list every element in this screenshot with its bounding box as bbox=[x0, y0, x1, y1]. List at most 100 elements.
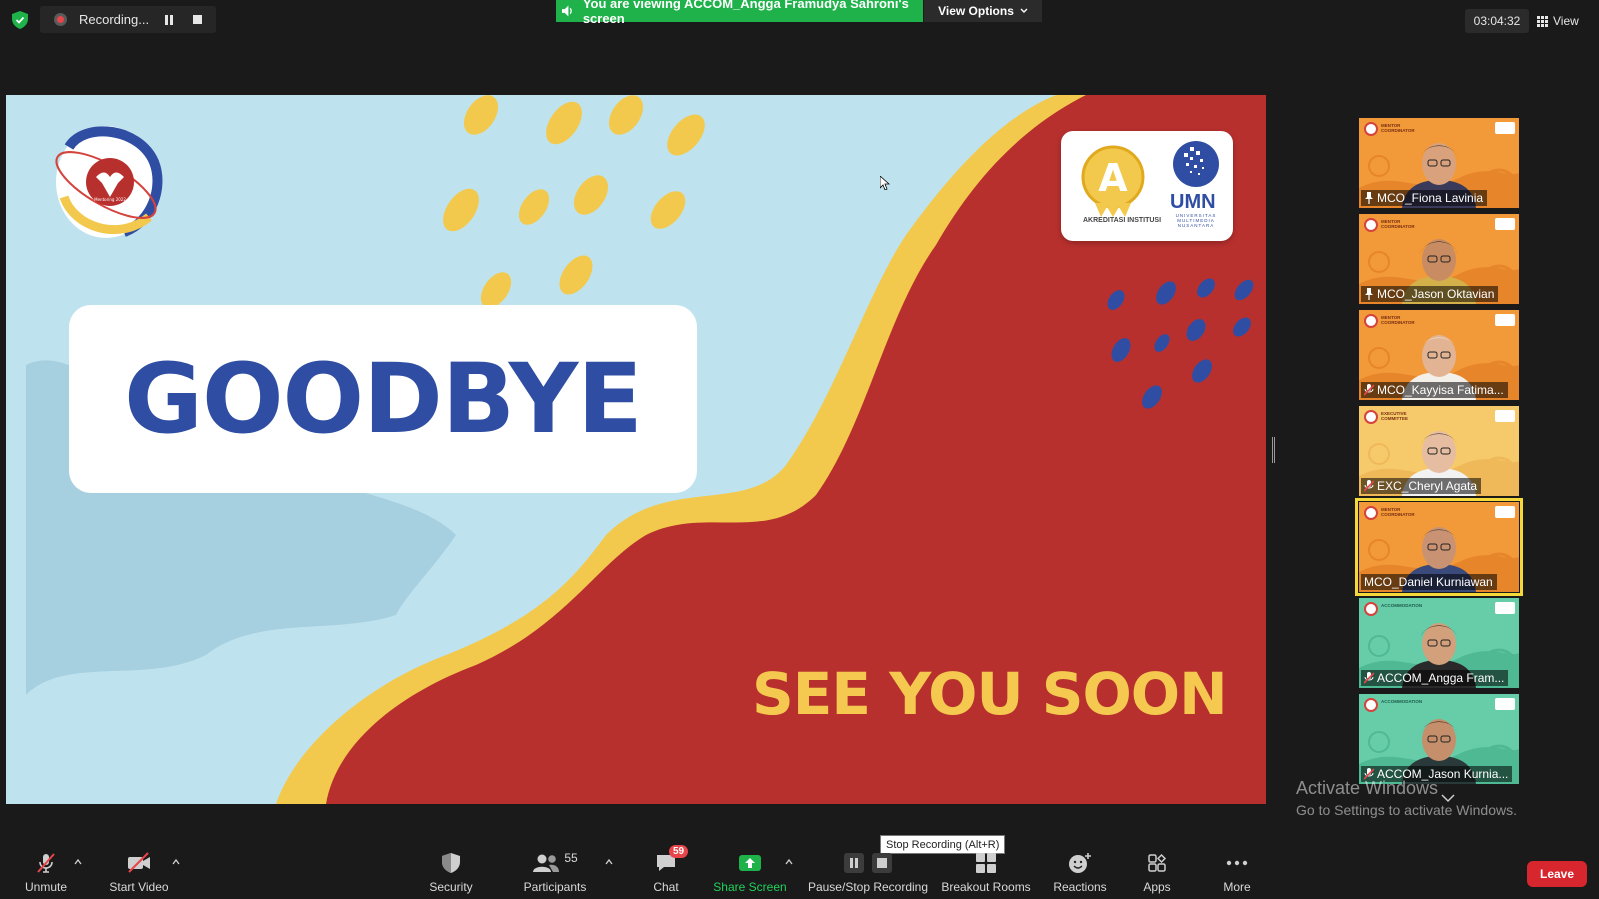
stop-icon[interactable] bbox=[872, 853, 892, 873]
view-options-label: View Options bbox=[938, 4, 1014, 18]
share-screen-button[interactable]: Share Screen bbox=[713, 850, 787, 899]
pin-icon bbox=[1365, 288, 1373, 300]
tile-corner-logo-icon bbox=[1495, 218, 1515, 230]
participant-name: ACCOM_Angga Fram... bbox=[1377, 671, 1505, 685]
pause-stop-recording-label: Pause/Stop Recording bbox=[807, 880, 929, 894]
mentoring-logo-icon: Mentoring 2022 bbox=[55, 126, 163, 238]
participant-name: MCO_Daniel Kurniawan bbox=[1364, 575, 1493, 589]
participant-name-tag: MCO_Kayyisa Fatima... bbox=[1361, 382, 1508, 398]
participant-tile[interactable]: MENTOR COORDINATOR MCO_Daniel Kurniawan bbox=[1355, 498, 1523, 596]
participants-count: 55 bbox=[564, 851, 578, 865]
share-options-caret-icon[interactable] bbox=[785, 858, 793, 866]
leave-button[interactable]: Leave bbox=[1527, 861, 1587, 887]
committee-logo-icon bbox=[1364, 506, 1378, 520]
participant-name-tag: MCO_Jason Oktavian bbox=[1361, 286, 1499, 302]
pause-icon[interactable] bbox=[844, 853, 864, 873]
participant-name: MCO_Fiona Lavinia bbox=[1377, 191, 1484, 205]
tile-corner-logo-icon bbox=[1495, 122, 1515, 134]
participant-tile[interactable]: ACCOMMODATION ACCOM_Jason Kurnia... bbox=[1359, 694, 1519, 784]
recording-label: Recording... bbox=[79, 12, 150, 27]
participant-name: EXC_Cheryl Agata bbox=[1377, 479, 1478, 493]
umn-label: UMN bbox=[1170, 191, 1216, 213]
mouse-cursor-icon bbox=[880, 176, 890, 190]
mentoring-logo-text: Mentoring 2022 bbox=[94, 197, 126, 202]
slide-title: GOODBYE bbox=[124, 343, 643, 455]
more-button[interactable]: More bbox=[1221, 850, 1253, 899]
security-shield-icon[interactable] bbox=[12, 11, 28, 29]
unmute-label: Unmute bbox=[24, 880, 68, 894]
chat-button[interactable]: 59 Chat bbox=[648, 845, 689, 899]
pin-icon bbox=[1365, 192, 1373, 204]
security-label: Security bbox=[429, 880, 473, 894]
participants-icon bbox=[533, 854, 560, 872]
participant-name-tag: ACCOM_Angga Fram... bbox=[1361, 670, 1509, 686]
tile-corner-logo-icon bbox=[1495, 602, 1515, 614]
panel-resize-handle[interactable] bbox=[1272, 437, 1275, 463]
meeting-timer: 03:04:32 bbox=[1465, 9, 1529, 33]
participant-name: MCO_Kayyisa Fatima... bbox=[1377, 383, 1504, 397]
apps-label: Apps bbox=[1143, 880, 1171, 894]
participant-name-tag: MCO_Fiona Lavinia bbox=[1361, 190, 1488, 206]
chevron-down-icon bbox=[1020, 8, 1028, 13]
participant-name-tag: EXC_Cheryl Agata bbox=[1361, 478, 1482, 494]
speaker-icon bbox=[562, 5, 572, 17]
stop-recording-icon[interactable] bbox=[193, 15, 202, 24]
apps-button[interactable]: Apps bbox=[1142, 850, 1172, 899]
reactions-label: Reactions bbox=[1053, 880, 1107, 894]
recording-dot-icon bbox=[54, 13, 67, 26]
gallery-grid-icon bbox=[1537, 15, 1548, 27]
pause-stop-recording-button[interactable]: Pause/Stop Recording bbox=[806, 850, 930, 899]
umn-logo-panel: A AKREDITASI INSTITUSI UMN UNIVERSITAS M… bbox=[1061, 131, 1233, 241]
slide-subtitle: SEE YOU SOON bbox=[752, 660, 1228, 728]
umn-sub-label: UNIVERSITAS MULTIMEDIA NUSANTARA bbox=[1175, 213, 1217, 228]
tile-corner-logo-icon bbox=[1495, 410, 1515, 422]
reactions-button[interactable]: Reactions bbox=[1052, 850, 1108, 899]
participant-name-tag: MCO_Daniel Kurniawan bbox=[1361, 574, 1497, 590]
breakout-rooms-icon bbox=[976, 853, 996, 873]
pause-recording-icon[interactable] bbox=[165, 14, 175, 25]
chat-unread-badge: 59 bbox=[669, 845, 689, 858]
participants-button[interactable]: 55 Participants bbox=[522, 850, 588, 899]
view-button[interactable]: View bbox=[1537, 9, 1591, 33]
goodbye-card: GOODBYE bbox=[69, 305, 697, 493]
accreditation-a-icon: A bbox=[1081, 145, 1145, 217]
more-label: More bbox=[1223, 880, 1251, 894]
breakout-rooms-button[interactable]: Breakout Rooms bbox=[941, 850, 1031, 899]
umn-globe-icon bbox=[1173, 141, 1219, 187]
participant-tile[interactable]: EXECUTIVE COMMITTEE EXC_Cheryl Agata bbox=[1359, 406, 1519, 496]
muted-mic-icon bbox=[37, 853, 55, 873]
meeting-toolbar: Unmute Start Video Security 55 Participa… bbox=[0, 845, 1599, 899]
security-button[interactable]: Security bbox=[425, 850, 477, 899]
audio-options-caret-icon[interactable] bbox=[74, 858, 82, 866]
participant-tile[interactable]: MENTOR COORDINATOR MCO_Kayyisa Fatima... bbox=[1359, 310, 1519, 400]
participant-tile[interactable]: MENTOR COORDINATOR MCO_Jason Oktavian bbox=[1359, 214, 1519, 304]
participants-options-caret-icon[interactable] bbox=[605, 858, 613, 866]
share-screen-label: Share Screen bbox=[713, 880, 787, 894]
tile-corner-logo-icon bbox=[1495, 506, 1515, 518]
muted-mic-icon bbox=[1364, 480, 1374, 492]
gallery-scroll-down-button[interactable] bbox=[1408, 793, 1488, 819]
reactions-smiley-icon bbox=[1069, 853, 1091, 873]
apps-icon bbox=[1148, 853, 1167, 872]
muted-mic-icon bbox=[1364, 672, 1374, 684]
muted-mic-icon bbox=[1364, 384, 1374, 396]
start-video-label: Start Video bbox=[109, 880, 169, 894]
committee-logo-icon bbox=[1364, 698, 1378, 712]
zoom-meeting-window: Recording... You are viewing ACCOM_Angga… bbox=[0, 0, 1599, 899]
unmute-button[interactable]: Unmute bbox=[20, 850, 72, 899]
participant-tile[interactable]: MENTOR COORDINATOR MCO_Fiona Lavinia bbox=[1359, 118, 1519, 208]
chevron-down-icon bbox=[1441, 794, 1455, 803]
view-options-button[interactable]: View Options bbox=[924, 0, 1042, 22]
view-label: View bbox=[1553, 14, 1579, 28]
participant-tile[interactable]: ACCOMMODATION ACCOM_Angga Fram... bbox=[1359, 598, 1519, 688]
viewing-screen-banner: You are viewing ACCOM_Angga Framudya Sah… bbox=[556, 0, 923, 26]
start-video-button[interactable]: Start Video bbox=[106, 850, 172, 899]
participants-label: Participants bbox=[523, 880, 587, 894]
video-options-caret-icon[interactable] bbox=[172, 858, 180, 866]
tile-corner-logo-icon bbox=[1495, 698, 1515, 710]
viewing-text: You are viewing ACCOM_Angga Framudya Sah… bbox=[582, 0, 909, 26]
shared-screen-slide: Mentoring 2022 A AKREDITASI INSTITUSI UM… bbox=[6, 95, 1266, 804]
recording-indicator: Recording... bbox=[40, 6, 216, 33]
committee-logo-icon bbox=[1364, 602, 1378, 616]
accreditation-letter: A bbox=[1098, 156, 1128, 200]
